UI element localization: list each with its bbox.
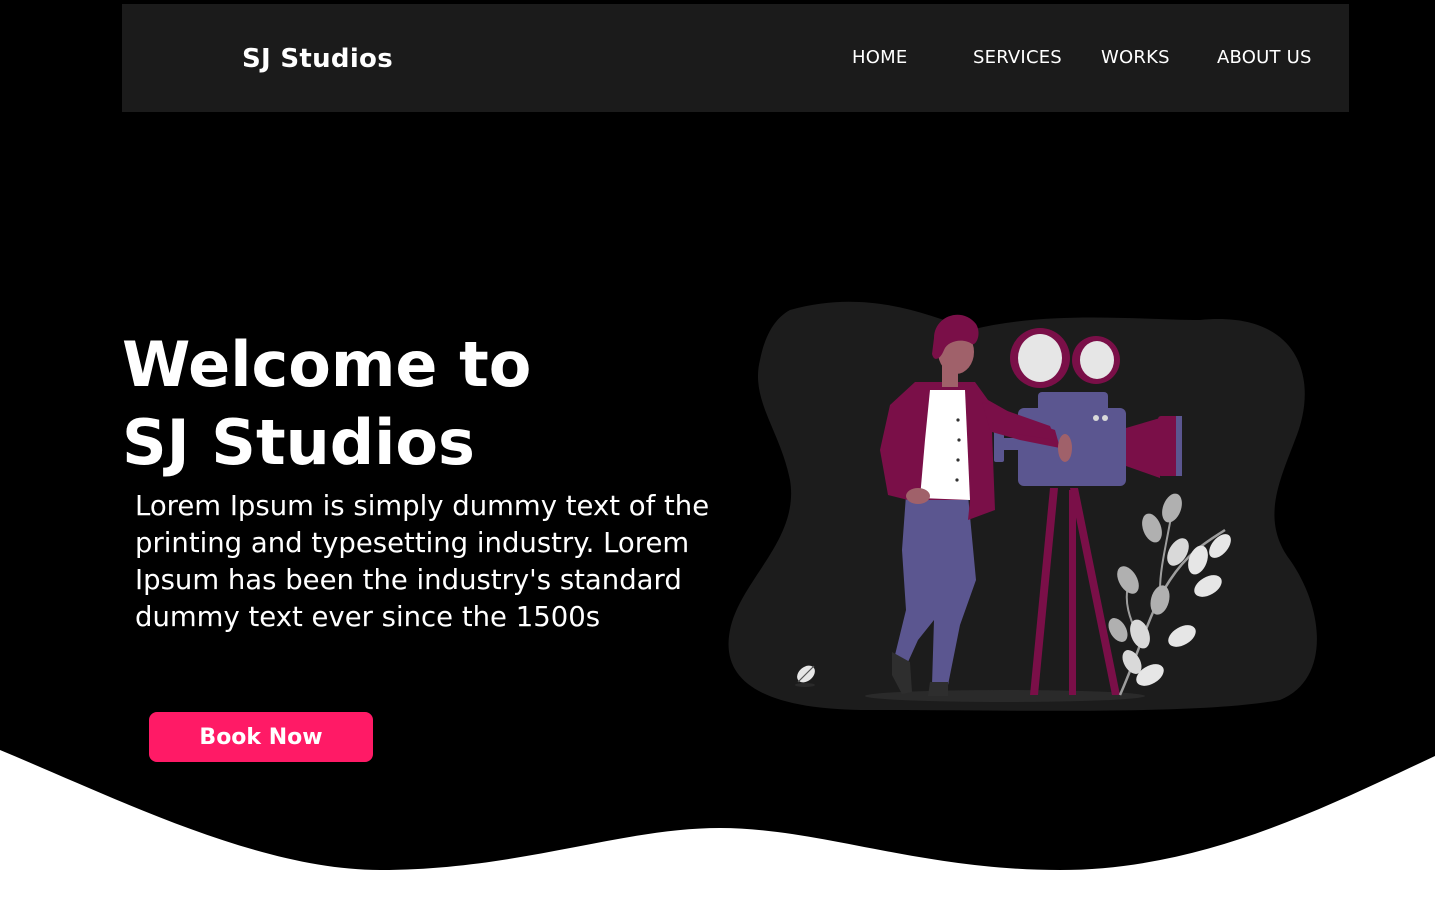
hero-description: Lorem Ipsum is simply dummy text of the … <box>135 490 710 633</box>
nav-link-home[interactable]: HOME <box>852 47 907 68</box>
brand-logo[interactable]: SJ Studios <box>242 44 393 74</box>
navbar: SJ Studios HOME SERVICES WORKS ABOUT US <box>122 4 1349 112</box>
landing-page: SJ Studios HOME SERVICES WORKS ABOUT US … <box>0 0 1435 898</box>
nav-link-services[interactable]: SERVICES <box>973 47 1062 68</box>
hero-title-line-2: SJ Studios <box>122 406 475 479</box>
hero-title: Welcome to SJ Studios <box>122 326 531 482</box>
hero-title-line-1: Welcome to <box>122 328 532 401</box>
videographer-illustration <box>728 301 1317 711</box>
nav-link-about-us[interactable]: ABOUT US <box>1217 47 1312 68</box>
nav-link-works[interactable]: WORKS <box>1101 47 1170 68</box>
footer-wave <box>0 750 1435 898</box>
